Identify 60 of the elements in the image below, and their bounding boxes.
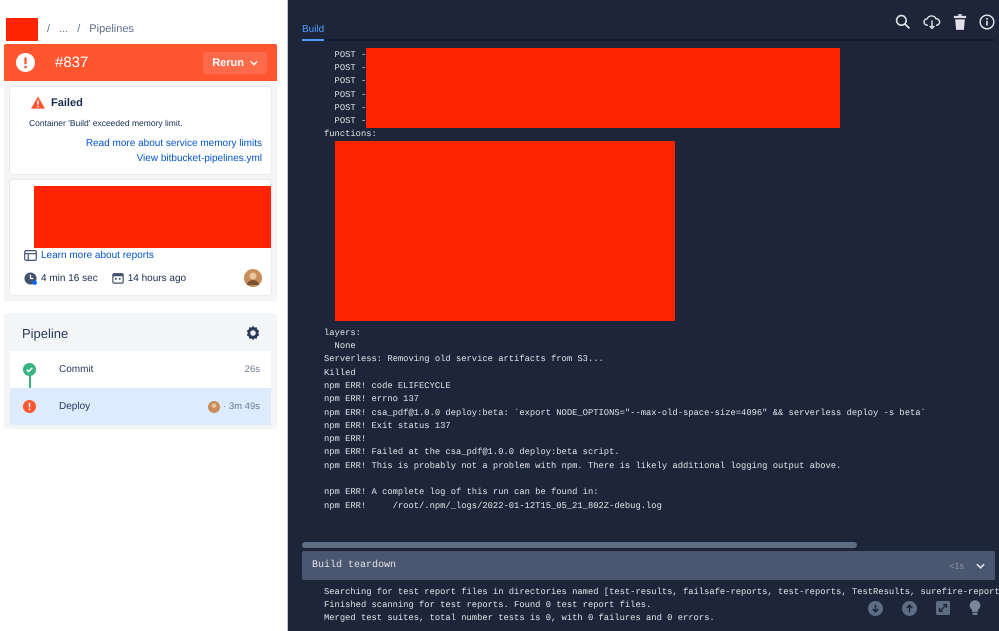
started-time: 14 hours ago (128, 272, 186, 284)
breadcrumb-link[interactable]: ... (59, 23, 68, 35)
error-icon (16, 53, 35, 72)
log-line: Merged test suites, total number tests is 0, with 0 failures and 0 errors. (324, 613, 715, 624)
report-icon (24, 250, 37, 261)
lightbulb-icon[interactable] (969, 600, 981, 616)
log-line: POST - (334, 62, 366, 73)
log-line: POST - (334, 76, 366, 86)
log-line: npm ERR! This is probably not a problem with npm. There is likely additional logging output above. (324, 460, 842, 471)
avatar-icon (244, 269, 262, 287)
log-line: POST - (334, 102, 366, 113)
pipeline-number: #837 (55, 54, 90, 71)
log-line: POST - (334, 90, 366, 100)
log-line: functions: (324, 129, 377, 140)
log-line: npm ERR! Failed at the csa_pdf@1.0.0 deploy:beta script. (324, 447, 620, 458)
log-line: Killed (324, 368, 356, 378)
log-line: npm ERR! A complete log of this run can be found in: (324, 487, 599, 498)
section-duration: <1s (949, 560, 964, 570)
log-line: Serverless: Removing old service artifacts from S3... (324, 354, 604, 364)
clock-icon (24, 272, 37, 284)
log-line: npm ERR! (324, 434, 366, 444)
log-line: npm ERR! /root/.npm/_logs/2022-01-12T15_05_21_802Z-debug.log (324, 500, 662, 511)
log-line: npm ERR! csa_pdf@1.0.0 deploy:beta: `export NODE_OPTIONS="--max-old-space-size=4096" && serverless deploy -s beta` (324, 408, 926, 418)
caret-icon (250, 60, 258, 66)
pipeline-title: Pipeline (22, 326, 68, 340)
log-line: npm ERR! errno 137 (324, 394, 420, 404)
cloud-download-icon[interactable] (923, 14, 941, 30)
help-link[interactable]: View bitbucket-pipelines.yml (25, 151, 262, 166)
breadcrumb-link[interactable]: Pipelines (89, 23, 134, 35)
log-line: None (334, 341, 356, 352)
breadcrumb-separator: / (47, 23, 50, 35)
teardown-header[interactable]: Build teardown <1s (302, 551, 995, 580)
breadcrumb-separator: / (77, 23, 80, 35)
expand-icon[interactable] (936, 601, 950, 615)
log-line: POST - (334, 116, 366, 126)
settings-icon[interactable] (245, 325, 261, 341)
redaction-block (6, 18, 38, 40)
log-line: npm ERR! Exit status 137 (324, 420, 451, 431)
log-line: POST - (334, 50, 366, 60)
duration-text: 4 min 16 sec (41, 272, 98, 284)
log-line: Searching for test report files in directories named [test-results, failsafe-reports, test-reports, TestResults, surefire-report (324, 586, 999, 597)
scroll-down-icon[interactable] (868, 600, 883, 616)
failure-title: Failed (51, 96, 83, 108)
log-line: npm ERR! code ELIFECYCLE (324, 380, 451, 391)
pipeline-step[interactable]: Deploy · 3m 49s (10, 388, 271, 425)
trash-icon[interactable] (953, 14, 967, 30)
help-link[interactable]: Read more about service memory limits (25, 136, 262, 151)
scroll-up-icon[interactable] (902, 600, 917, 616)
pipeline-step[interactable]: Commit 26s (10, 351, 271, 388)
log-tab[interactable]: Build (302, 24, 324, 41)
section-title: Build teardown (312, 560, 398, 571)
failure-message: Container 'Build' exceeded memory limit. (29, 118, 184, 128)
scrollbar[interactable] (302, 542, 857, 548)
log-line: Finished scanning for test reports. Found 0 test report files. (324, 600, 652, 610)
log-line: layers: (324, 328, 361, 338)
warning-icon (31, 96, 45, 109)
reports-link[interactable]: Learn more about reports (41, 250, 154, 261)
info-icon[interactable] (979, 14, 995, 30)
calendar-icon (112, 272, 124, 284)
search-icon[interactable] (895, 14, 911, 30)
